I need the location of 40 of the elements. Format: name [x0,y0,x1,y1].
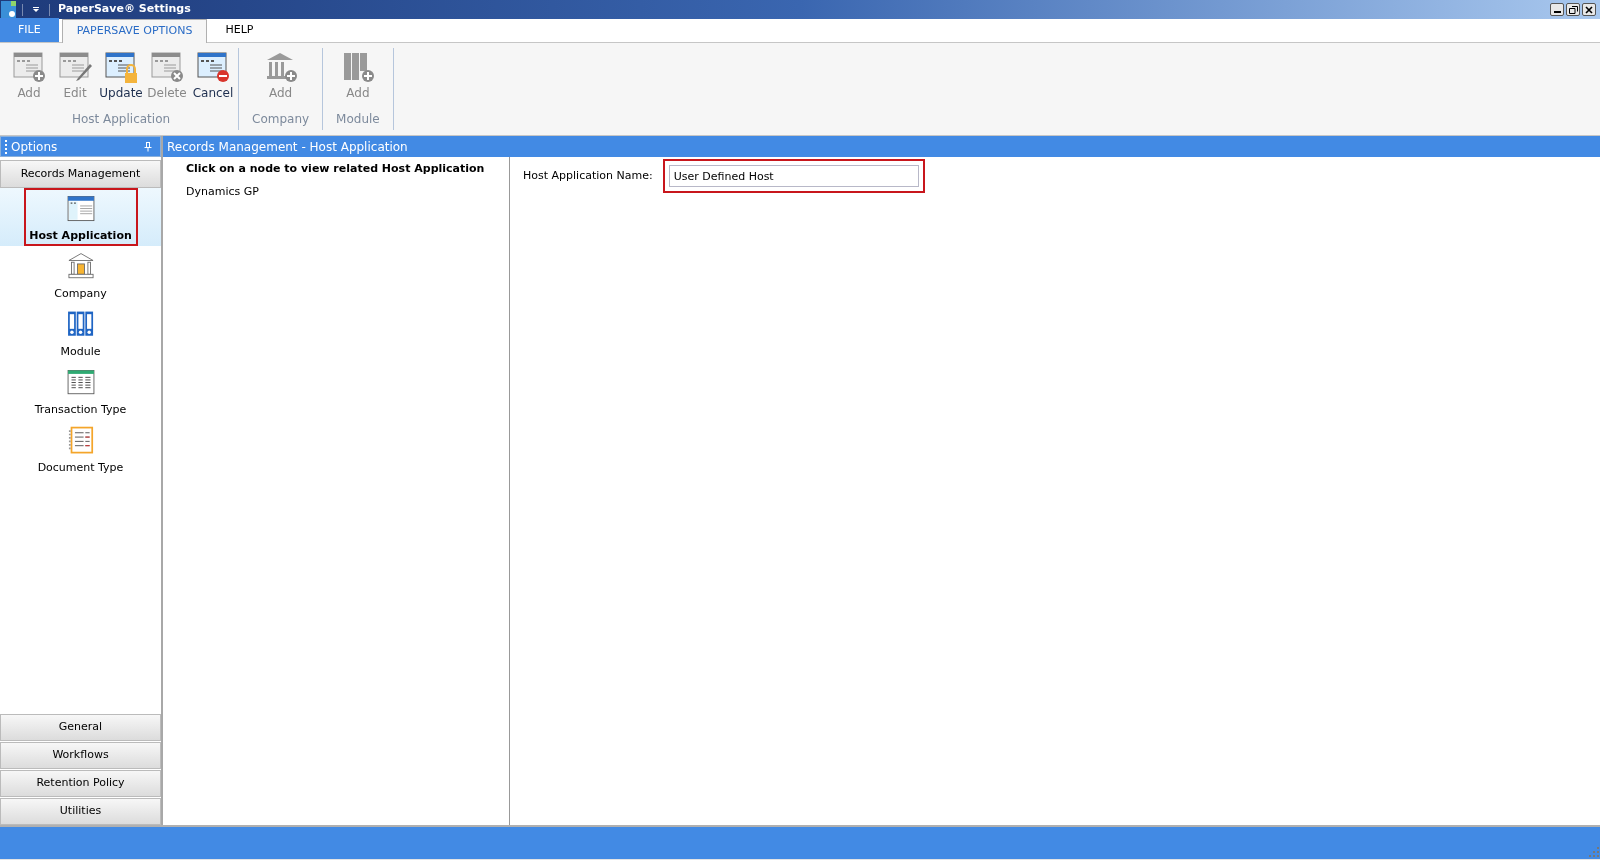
close-button[interactable] [1582,3,1596,16]
minimize-icon [1553,11,1561,13]
ribbon-button[interactable]: Cancel [191,48,235,110]
ribbon-tab[interactable]: HELP [207,18,272,42]
input-field[interactable]: User Defined Host [668,165,919,187]
sidebar-item[interactable]: Module [23,304,138,362]
group-label: Host Application [70,111,172,128]
resize-grip-icon[interactable] [1589,847,1599,857]
sidebar-item[interactable]: Transaction Type [23,362,138,420]
window-minus-icon [196,50,230,84]
window-title: PaperSave® Settings [58,1,191,18]
pin-icon[interactable] [144,141,152,152]
tree-instruction: Click on a node to view related Host Application [186,161,486,177]
section-header[interactable]: Utilities [0,798,161,825]
sidebar-title: Options [11,138,58,156]
sidebar-item[interactable]: Host Application [23,188,138,246]
dropdown-icon[interactable] [31,4,41,15]
restore-button[interactable] [1566,3,1580,16]
group-label: Module [335,111,381,128]
section-header[interactable]: Retention Policy [0,770,161,797]
section-header[interactable]: General [0,714,161,741]
content-header: Records Management - Host Application [163,136,1600,157]
file-menu-tab[interactable]: FILE [0,18,59,42]
ribbon-button[interactable]: Update [99,48,143,110]
app-icon [0,0,18,19]
restore-icon [1568,5,1578,14]
sidebar-item[interactable]: Document Type [23,420,138,478]
window-x-icon [150,50,184,84]
window-plus-icon [12,50,46,84]
sidebar-item[interactable]: Company [23,246,138,304]
section-header[interactable]: Workflows [0,742,161,769]
ribbon-tab[interactable]: PAPERSAVE OPTIONS [61,19,208,43]
window-pencil-icon [58,50,92,84]
tree-node[interactable]: Dynamics GP [186,183,259,200]
window-lock-icon [104,50,138,84]
minimize-button[interactable] [1550,3,1564,16]
field-label: Host Application Name: [523,167,653,184]
group-label: Company [251,111,311,128]
close-icon [1585,5,1593,14]
section-header[interactable]: Records Management [0,160,161,188]
